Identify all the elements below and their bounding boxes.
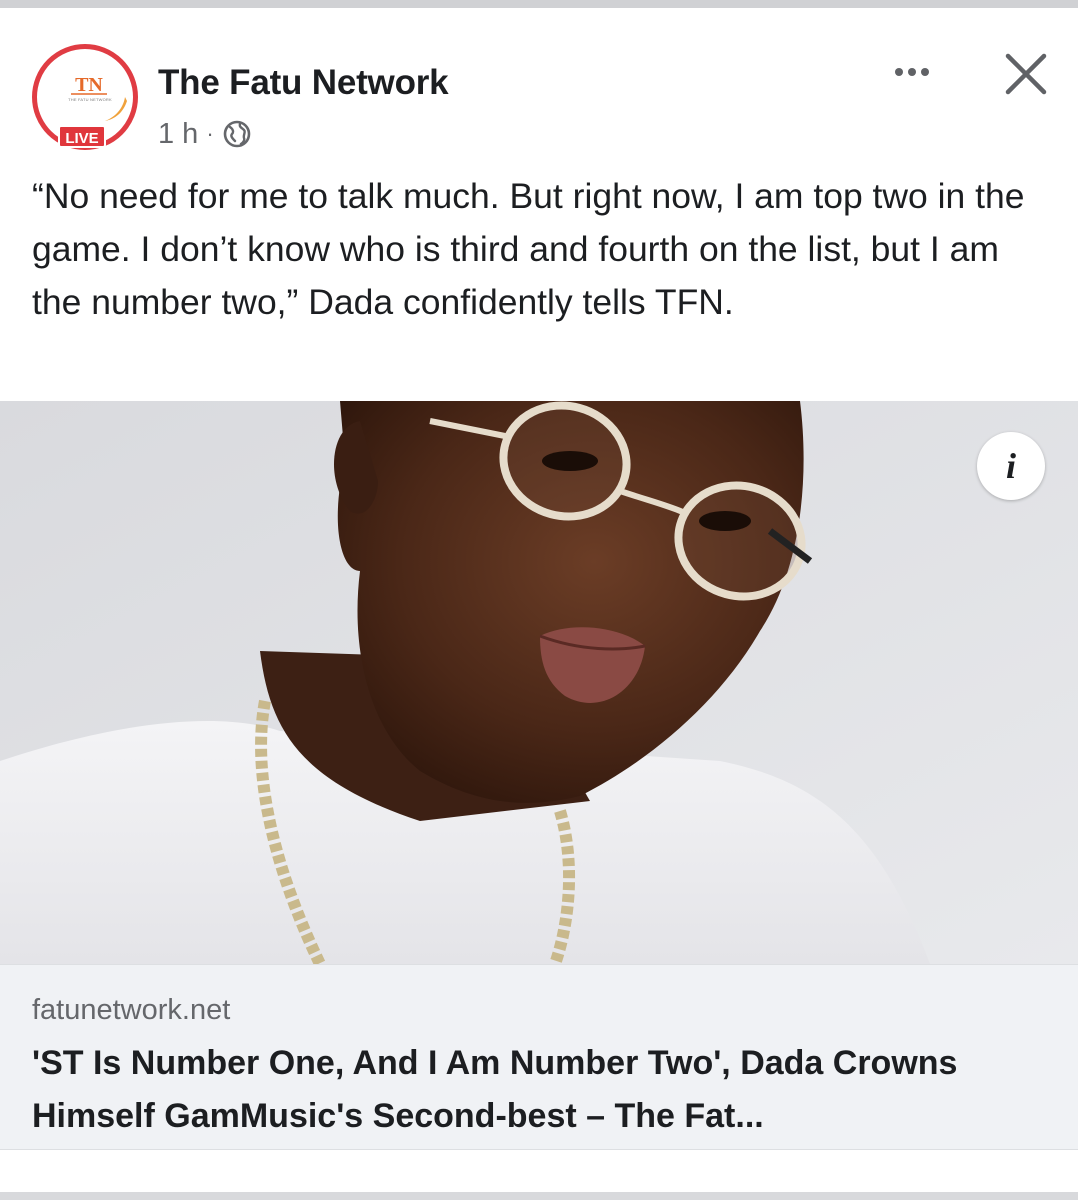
post-timestamp[interactable]: 1 h: [158, 118, 198, 151]
photo-man-with-glasses: [0, 401, 1078, 964]
link-preview-card[interactable]: fatunetwork.net 'ST Is Number One, And I…: [0, 964, 1078, 1150]
tfn-logo-mark: TN: [71, 74, 107, 96]
globe-icon: [223, 120, 250, 148]
link-title: 'ST Is Number One, And I Am Number Two',…: [32, 1044, 958, 1135]
page-avatar[interactable]: TN THE FATU NETWORK LIVE: [32, 44, 138, 150]
live-badge: LIVE: [58, 125, 106, 148]
meta-separator: ·: [206, 121, 214, 146]
post-header: TN THE FATU NETWORK LIVE The Fatu Networ…: [0, 8, 1078, 158]
more-dot: [895, 68, 903, 76]
link-domain: fatunetwork.net: [32, 994, 231, 1026]
info-button[interactable]: i: [977, 432, 1045, 500]
post-meta: 1 h ·: [158, 116, 252, 152]
page-name-link[interactable]: The Fatu Network: [158, 63, 449, 103]
more-options-button[interactable]: [883, 52, 941, 92]
more-dot: [921, 68, 929, 76]
top-divider: [0, 0, 1078, 8]
logo-letters: TN: [75, 74, 103, 96]
link-preview-image[interactable]: [0, 401, 1078, 964]
post-body-text: “No need for me to talk much. But right …: [32, 176, 1025, 322]
close-icon[interactable]: [1000, 48, 1052, 100]
more-dot: [908, 68, 916, 76]
logo-swoosh: [105, 97, 127, 121]
bottom-divider: [0, 1192, 1078, 1200]
